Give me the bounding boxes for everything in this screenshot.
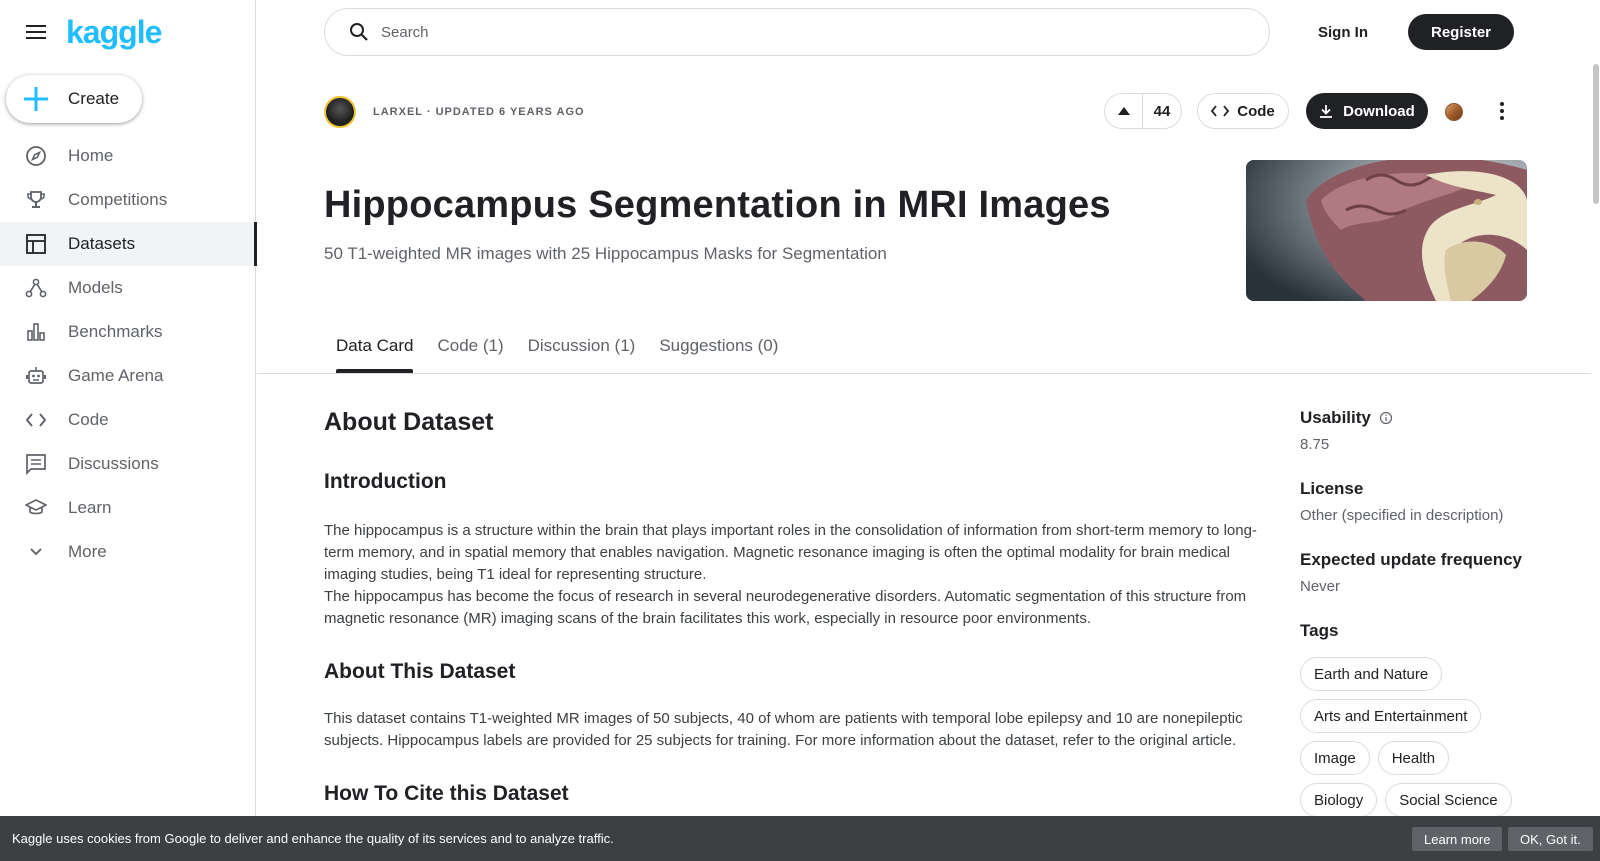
create-label: Create <box>68 89 120 108</box>
introduction-paragraph-2: The hippocampus has become the focus of … <box>324 588 1247 627</box>
sidebar-item-label: Home <box>68 146 114 165</box>
compass-icon <box>24 144 48 168</box>
cite-heading: How To Cite this Dataset <box>324 782 569 805</box>
license-value: Other (specified in description) <box>1300 507 1504 524</box>
sidebar-item-more[interactable]: More <box>0 530 256 574</box>
sidebar-item-home[interactable]: Home <box>0 134 256 178</box>
scrollbar-thumb[interactable] <box>1593 64 1599 204</box>
sidebar-item-game-arena[interactable]: Game Arena <box>0 354 256 398</box>
menu-icon[interactable] <box>22 18 50 46</box>
dataset-cover-image <box>1246 160 1527 301</box>
download-button-label: Download <box>1343 102 1415 120</box>
tag-chip[interactable]: Earth and Nature <box>1300 657 1443 691</box>
sidebar-item-models[interactable]: Models <box>0 266 256 310</box>
sidebar-item-datasets[interactable]: Datasets <box>0 222 257 266</box>
sidebar-item-learn[interactable]: Learn <box>0 486 256 530</box>
sidebar-header: kaggle <box>0 0 255 64</box>
introduction-paragraph-1: The hippocampus is a structure within th… <box>324 522 1257 583</box>
code-button-label: Code <box>1237 102 1275 120</box>
usability-label-text: Usability <box>1300 408 1371 427</box>
dataset-tabs: Data Card Code (1) Discussion (1) Sugges… <box>336 336 778 373</box>
about-dataset-heading: About Dataset <box>324 408 494 436</box>
sidebar-item-label: Code <box>68 410 109 429</box>
sidebar-item-label: Competitions <box>68 190 168 209</box>
owner-meta: LARXEL · UPDATED 6 YEARS AGO <box>373 106 585 118</box>
update-frequency-value: Never <box>1300 578 1341 595</box>
code-button[interactable]: Code <box>1197 93 1289 129</box>
sidebar-item-label: Game Arena <box>68 366 164 385</box>
sidebar-item-benchmarks[interactable]: Benchmarks <box>0 310 256 354</box>
plus-icon <box>24 87 48 111</box>
bronze-medal-icon <box>1445 103 1463 121</box>
about-this-dataset-paragraph: This dataset contains T1-weighted MR ima… <box>324 710 1243 749</box>
search-bar[interactable] <box>324 8 1270 56</box>
register-button[interactable]: Register <box>1408 14 1514 50</box>
sidebar-item-discussions[interactable]: Discussions <box>0 442 256 486</box>
data-card-content: About Dataset Introduction The hippocamp… <box>324 408 1268 806</box>
page-title: Hippocampus Segmentation in MRI Images <box>324 184 1111 226</box>
chevron-down-icon <box>24 540 48 564</box>
code-icon <box>24 408 48 432</box>
more-options-icon[interactable] <box>1490 97 1514 125</box>
vote-count: 44 <box>1153 102 1171 120</box>
usability-label: Usability <box>1300 408 1540 428</box>
search-input[interactable] <box>381 23 1241 41</box>
tag-chip[interactable]: Health <box>1377 741 1450 775</box>
robot-icon <box>24 364 48 388</box>
usability-value: 8.75 <box>1300 436 1330 453</box>
sidebar-item-label: Benchmarks <box>68 322 163 341</box>
tags-label: Tags <box>1300 621 1339 640</box>
search-icon <box>350 23 368 41</box>
table-icon <box>24 232 48 256</box>
tag-chip[interactable]: Biology <box>1300 783 1378 817</box>
vote-widget: 44 <box>1104 93 1182 129</box>
sidebar: kaggle Create Home Competitions Datasets <box>0 0 257 861</box>
tab-suggestions[interactable]: Suggestions (0) <box>659 336 778 372</box>
license-label: License <box>1300 479 1364 498</box>
kaggle-logo[interactable]: kaggle <box>66 14 162 51</box>
cookie-text: Kaggle uses cookies from Google to deliv… <box>12 831 614 846</box>
sidebar-item-label: Learn <box>68 498 112 517</box>
arrow-up-icon <box>1117 107 1130 115</box>
introduction-heading: Introduction <box>324 470 447 493</box>
sidebar-item-code[interactable]: Code <box>0 398 256 442</box>
bar-chart-icon <box>24 320 48 344</box>
tag-chip[interactable]: Arts and Entertainment <box>1300 699 1482 733</box>
download-icon <box>1320 105 1333 118</box>
tag-row: Earth and Nature <box>1300 657 1540 691</box>
avatar[interactable] <box>324 96 356 128</box>
page-subtitle: 50 T1-weighted MR images with 25 Hippoca… <box>324 244 887 263</box>
tag-chip[interactable]: Social Science <box>1385 783 1512 817</box>
create-button[interactable]: Create <box>6 75 142 123</box>
cookie-ok-button[interactable]: OK, Got it. <box>1508 827 1593 851</box>
trophy-icon <box>24 188 48 212</box>
tabs-divider <box>257 373 1591 374</box>
tag-chip[interactable]: Image <box>1300 741 1370 775</box>
download-button[interactable]: Download <box>1306 93 1428 129</box>
tag-row: Image Health <box>1300 741 1540 775</box>
school-icon <box>24 496 48 520</box>
tag-row: Arts and Entertainment <box>1300 699 1540 733</box>
update-frequency-label: Expected update frequency <box>1300 550 1523 569</box>
sidebar-item-competitions[interactable]: Competitions <box>0 178 256 222</box>
tab-data-card[interactable]: Data Card <box>336 336 414 373</box>
sidebar-item-label: More <box>68 542 107 561</box>
sign-in-button[interactable]: Sign In <box>1300 14 1386 50</box>
info-icon[interactable] <box>1379 411 1393 425</box>
tab-discussion[interactable]: Discussion (1) <box>528 336 636 372</box>
models-icon <box>24 276 48 300</box>
comment-icon <box>24 452 48 476</box>
sidebar-nav: Home Competitions Datasets Models Benchm… <box>0 134 257 574</box>
upvote-button[interactable] <box>1105 94 1143 128</box>
sidebar-item-label: Discussions <box>68 454 159 473</box>
dataset-metadata: Usability 8.75 License Other (specified … <box>1300 408 1540 825</box>
about-this-dataset-heading: About This Dataset <box>324 660 516 683</box>
cookie-banner: Kaggle uses cookies from Google to deliv… <box>0 816 1600 861</box>
learn-more-button[interactable]: Learn more <box>1412 827 1503 851</box>
sidebar-item-label: Models <box>68 278 123 297</box>
tag-row: Biology Social Science <box>1300 783 1540 817</box>
tab-code[interactable]: Code (1) <box>437 336 503 372</box>
code-icon <box>1211 105 1230 117</box>
sidebar-item-label: Datasets <box>68 234 136 253</box>
